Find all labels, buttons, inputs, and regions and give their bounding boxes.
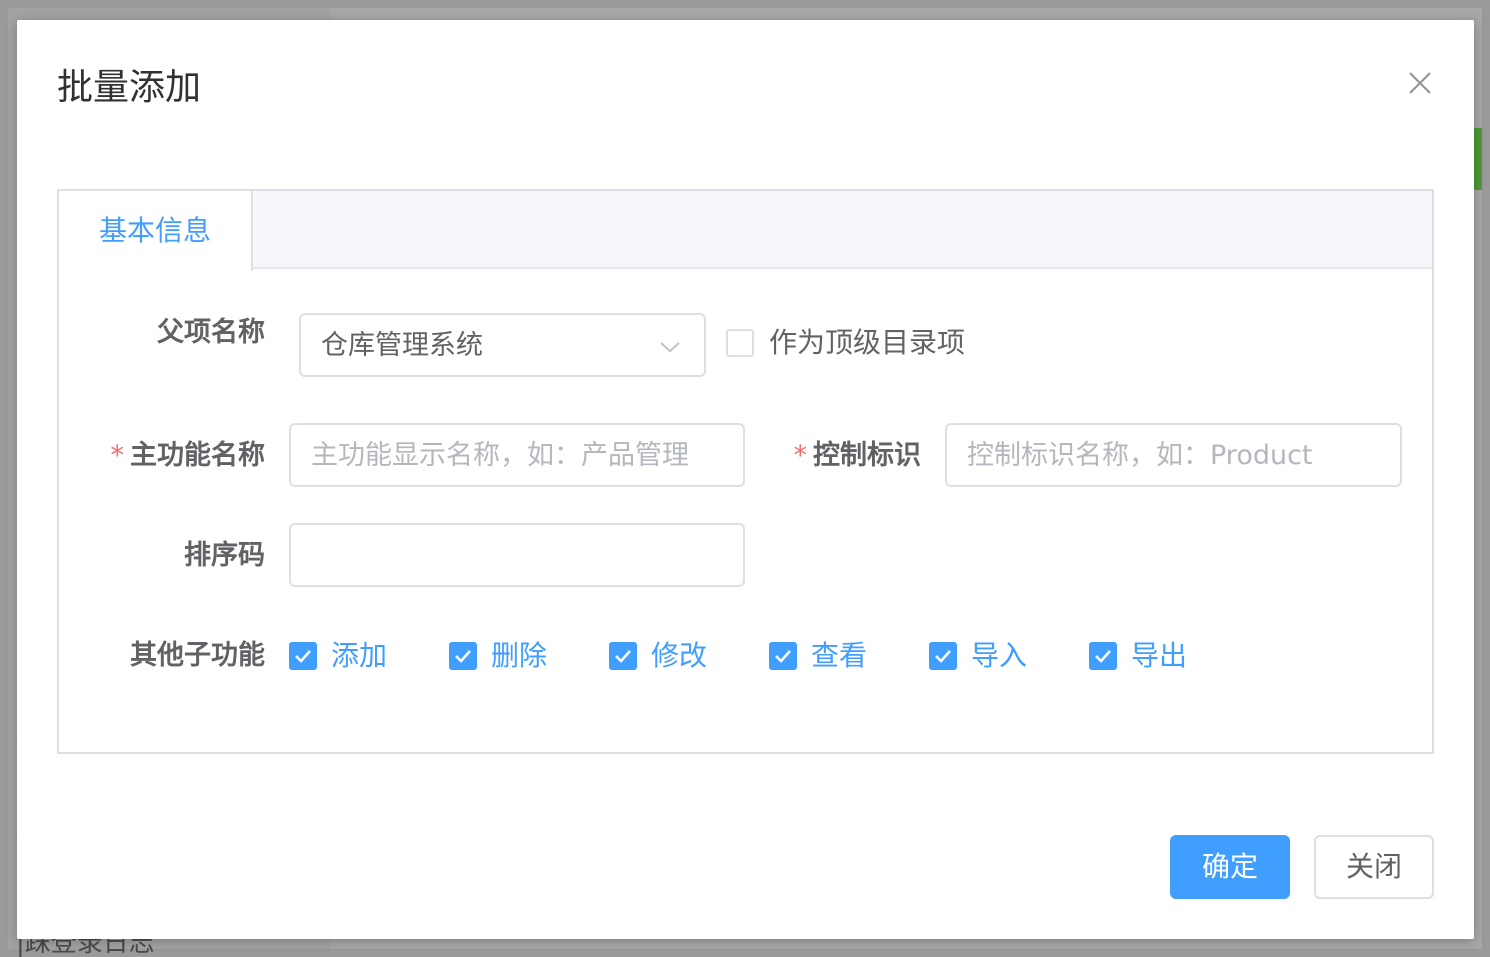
sub-function-export-checkbox[interactable]	[1089, 642, 1117, 670]
sub-function-view-checkbox[interactable]	[769, 642, 797, 670]
top-level-checkbox[interactable]	[726, 329, 754, 357]
close-button[interactable]: 关闭	[1314, 835, 1434, 899]
parent-name-value: 仓库管理系统	[321, 330, 483, 361]
parent-name-label: 父项名称	[157, 317, 265, 348]
control-id-label: * 控制标识	[777, 436, 922, 476]
sub-function-edit-checkbox[interactable]	[609, 642, 637, 670]
required-mark: *	[110, 440, 125, 471]
top-level-checkbox-label[interactable]: 作为顶级目录项	[769, 323, 965, 363]
check-icon	[935, 650, 951, 663]
confirm-button[interactable]: 确定	[1170, 835, 1290, 899]
sub-function-import-checkbox[interactable]	[929, 642, 957, 670]
parent-name-select[interactable]: 仓库管理系统	[299, 313, 706, 377]
tabs-header	[59, 191, 1432, 269]
dialog-title: 批量添加	[57, 67, 202, 108]
sub-function-delete-checkbox[interactable]	[449, 642, 477, 670]
check-icon	[775, 650, 791, 663]
main-name-input[interactable]	[289, 423, 745, 487]
control-id-label-text: 控制标识	[813, 440, 921, 471]
main-name-label-text: 主功能名称	[130, 440, 265, 471]
control-id-input[interactable]	[945, 423, 1402, 487]
check-icon	[295, 650, 311, 663]
sort-code-input[interactable]	[289, 523, 745, 587]
chevron-down-icon	[658, 335, 682, 359]
sub-function-add-checkbox[interactable]	[289, 642, 317, 670]
sub-function-view-label[interactable]: 查看	[811, 636, 867, 676]
check-icon	[1095, 650, 1111, 663]
sub-function-delete-label[interactable]: 删除	[491, 636, 547, 676]
required-mark: *	[793, 440, 808, 471]
check-icon	[615, 650, 631, 663]
close-icon[interactable]	[1405, 68, 1435, 98]
sub-functions-label: 其他子功能	[130, 640, 265, 671]
check-icon	[455, 650, 471, 663]
sub-function-add-label[interactable]: 添加	[331, 636, 387, 676]
sub-function-edit-label[interactable]: 修改	[651, 636, 707, 676]
main-name-label: * 主功能名称	[87, 436, 266, 476]
tab-basic-info[interactable]: 基本信息	[59, 191, 253, 271]
sub-function-export-label[interactable]: 导出	[1131, 636, 1187, 676]
batch-add-dialog: 批量添加 基本信息 父项名称 仓库管理系统 作为顶级目录项 *主功能名称 *控制…	[17, 20, 1474, 939]
sort-code-label: 排序码	[184, 540, 265, 571]
sub-function-import-label[interactable]: 导入	[971, 636, 1027, 676]
